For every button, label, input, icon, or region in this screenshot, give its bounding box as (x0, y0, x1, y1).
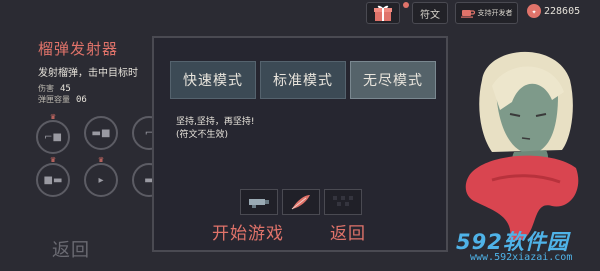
dagger-icon: ▸ (98, 174, 104, 186)
shotgun-icon: ■▬ (43, 174, 63, 186)
upgrade-slot-1[interactable]: ♛ ⌐■ (36, 113, 70, 154)
gun-rune-icon (249, 199, 269, 208)
mode-description: 坚持,坚持，再坚持! (符文不生效) (176, 116, 254, 142)
coin-icon: ✦ (527, 4, 541, 18)
coin-value: 228605 (544, 5, 581, 17)
damage-label: 伤害 (38, 84, 54, 93)
weapon-title: 榴弹发射器 (38, 40, 119, 58)
crown-icon: ♛ (49, 113, 57, 121)
start-game-button[interactable]: 开始游戏 (212, 219, 284, 244)
mode-description-line1: 坚持,坚持，再坚持! (176, 117, 255, 127)
endless-mode-button[interactable]: 无尽模式 (350, 61, 436, 99)
rune-button[interactable]: 符文 (412, 2, 448, 24)
damage-value: 45 (60, 84, 71, 94)
support-developer-button[interactable]: 支持开发者 (455, 2, 518, 24)
feather-rune-icon (291, 195, 310, 210)
gift-button[interactable] (366, 2, 400, 24)
capacity-label: 弹匣容量 (38, 95, 70, 104)
rune-slot-3[interactable] (324, 189, 362, 215)
weapon-description: 发射榴弹，击中目标时 (38, 68, 138, 79)
capacity-stat: 弹匣容量 06 (38, 94, 87, 105)
mode-select-dialog: 快速模式 标准模式 无尽模式 坚持,坚持，再坚持! (符文不生效) 开始游戏 返… (152, 36, 448, 252)
damage-stat: 伤害 45 (38, 83, 71, 94)
mode-description-line2: (符文不生效) (176, 130, 229, 140)
rune-slot-2[interactable] (282, 189, 320, 215)
notification-dot (403, 2, 409, 8)
upgrade-slot-5[interactable]: ♛ ▸ (84, 156, 118, 197)
back-button[interactable]: 返回 (52, 236, 90, 262)
gift-box-icon (374, 5, 392, 21)
coffee-cup-icon (460, 10, 475, 18)
rune-slot-1[interactable] (240, 189, 278, 215)
empty-rune-slot (333, 196, 353, 206)
support-label: 支持开发者 (477, 9, 513, 17)
crown-icon: ♛ (49, 156, 57, 164)
quick-mode-button[interactable]: 快速模式 (170, 61, 256, 99)
upgrade-slot-2[interactable]: ▬■ (84, 116, 118, 150)
character-portrait (465, 51, 579, 240)
dialog-back-button[interactable]: 返回 (330, 219, 366, 244)
capacity-value: 06 (76, 95, 87, 105)
watermark-url: www.592xiazai.com (470, 252, 573, 263)
upgrade-slot-4[interactable]: ♛ ■▬ (36, 156, 70, 197)
crown-icon: ♛ (97, 156, 105, 164)
standard-mode-button[interactable]: 标准模式 (260, 61, 346, 99)
coin-counter: ✦ 228605 (527, 4, 580, 18)
grenade-launcher-icon: ⌐■ (44, 131, 62, 143)
rifle-icon: ▬■ (91, 127, 111, 139)
